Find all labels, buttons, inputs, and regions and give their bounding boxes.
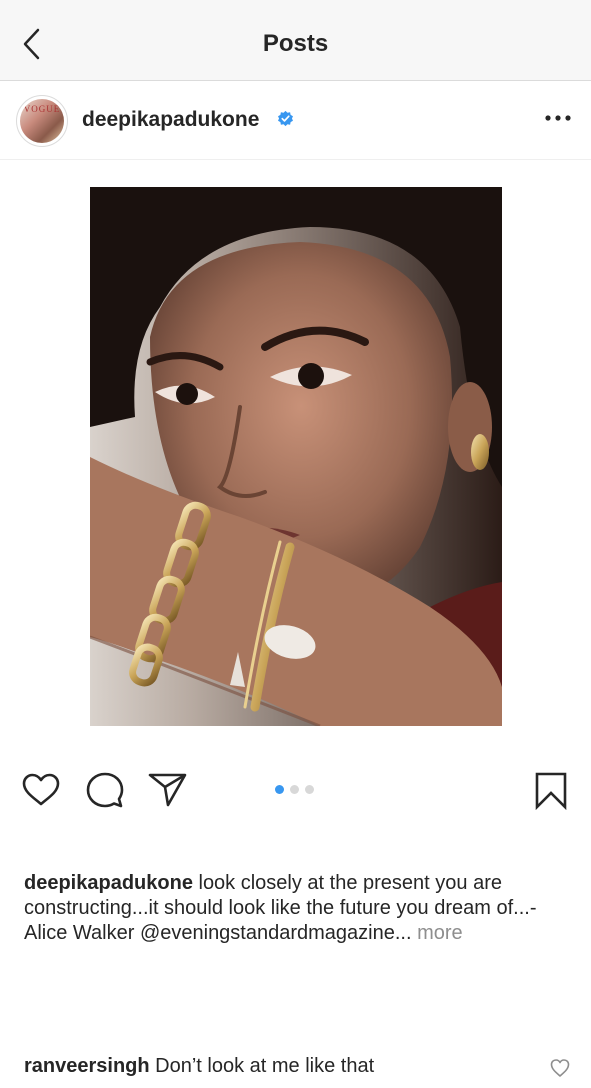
carousel-dot	[290, 785, 299, 794]
page-title: Posts	[262, 30, 329, 57]
carousel-dot	[305, 785, 314, 794]
post-image[interactable]	[90, 187, 502, 726]
carousel-dot-active	[275, 785, 284, 794]
caption-more-link[interactable]: more	[412, 922, 463, 944]
carousel-indicator	[275, 785, 325, 795]
comment-item: ranveersingh Don’t look at me like that	[24, 1055, 544, 1078]
verified-badge-icon	[278, 110, 293, 127]
portrait-illustration	[90, 187, 502, 726]
bookmark-icon[interactable]	[534, 772, 568, 810]
comment-icon[interactable]	[86, 772, 124, 808]
avatar[interactable]: VOGUE	[16, 95, 68, 147]
paper-plane-icon[interactable]	[148, 772, 188, 808]
post-username[interactable]: deepikapadukone	[82, 108, 259, 132]
caption-username[interactable]: deepikapadukone	[24, 872, 193, 894]
post-caption: deepikapadukone look closely at the pres…	[24, 871, 574, 946]
comment-text: Don’t look at me like that	[149, 1055, 375, 1077]
ellipsis-icon	[545, 115, 571, 121]
comment-heart-icon[interactable]	[550, 1058, 570, 1078]
heart-icon[interactable]	[22, 773, 60, 807]
avatar-magazine-text: VOGUE	[23, 104, 61, 114]
avatar-image: VOGUE	[20, 99, 64, 143]
comment-username[interactable]: ranveersingh	[24, 1055, 150, 1077]
post-header: VOGUE deepikapadukone	[0, 82, 591, 160]
more-options-button[interactable]	[545, 110, 571, 126]
top-nav-bar: Posts	[0, 0, 591, 81]
